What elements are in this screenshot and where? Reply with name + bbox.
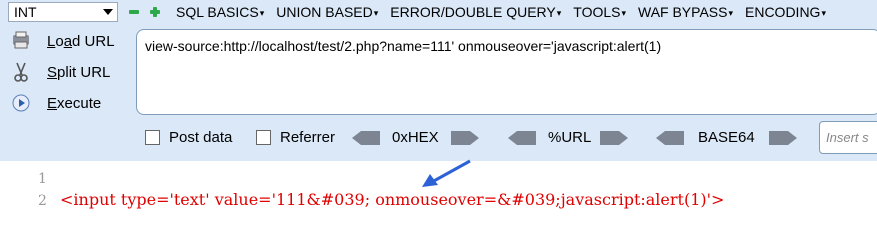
right-arrow-icon[interactable] (769, 131, 797, 145)
load-url-icon (10, 30, 32, 52)
url-encode-label: %URL (548, 129, 592, 146)
checkbox-box[interactable] (256, 130, 271, 145)
menu-union-based[interactable]: UNION BASED ▾ (276, 4, 378, 20)
caret-down-icon: ▾ (373, 8, 379, 18)
hackbar: INT SQL BASICS ▾ UNION BASED ▾ ERROR/DOUBL… (0, 0, 877, 161)
split-url-label: Split URL (47, 63, 111, 81)
plus-icon[interactable] (149, 6, 161, 18)
base64-label: BASE64 (698, 129, 755, 146)
execute-label: Execute (47, 94, 102, 112)
chevron-down-icon (103, 9, 113, 15)
execute-button[interactable]: Execute (10, 92, 101, 114)
caret-down-icon: ▾ (821, 8, 826, 18)
menu-sql-basics[interactable]: SQL BASICS ▾ (176, 4, 264, 20)
referrer-label: Referrer (280, 129, 336, 146)
hex-encoder: 0xHEX (352, 129, 480, 146)
play-icon (10, 92, 32, 114)
annotation-arrow-icon (422, 159, 471, 187)
referrer-checkbox[interactable]: Referrer (256, 129, 335, 146)
left-arrow-icon[interactable] (352, 131, 380, 145)
split-url-button[interactable]: Split URL (10, 61, 110, 83)
right-arrow-icon[interactable] (451, 131, 479, 145)
caret-down-icon: ▾ (728, 8, 733, 18)
menu-tools[interactable]: TOOLS ▾ (573, 4, 626, 20)
url-textarea[interactable]: view-source:http://localhost/test/2.php?… (136, 29, 877, 115)
load-url-label: Load URL (47, 32, 115, 50)
type-select-value: INT (14, 4, 37, 20)
hex-label: 0xHEX (392, 129, 439, 146)
type-select[interactable]: INT (8, 2, 118, 22)
checkbox-box[interactable] (145, 130, 160, 145)
post-data-checkbox[interactable]: Post data (145, 129, 232, 146)
url-encoder: %URL (508, 129, 636, 146)
left-arrow-icon[interactable] (656, 131, 684, 145)
menu-error-double-query[interactable]: ERROR/DOUBLE QUERY ▾ (390, 4, 561, 20)
menu-encoding[interactable]: ENCODING ▾ (745, 4, 826, 20)
url-value: view-source:http://localhost/test/2.php?… (145, 38, 662, 54)
load-url-button[interactable]: Load URL (10, 30, 115, 52)
insert-placeholder: Insert s (826, 130, 869, 145)
right-arrow-icon[interactable] (600, 131, 628, 145)
caret-down-icon: ▾ (621, 8, 626, 18)
minus-icon[interactable] (128, 6, 140, 18)
line-number: 1 (38, 171, 47, 187)
line-number: 2 (38, 193, 47, 209)
base64-encoder: BASE64 (656, 129, 806, 146)
caret-down-icon: ▾ (259, 8, 265, 18)
insert-string-input[interactable]: Insert s (819, 121, 877, 154)
hackbar-menu: SQL BASICS ▾ UNION BASED ▾ ERROR/DOUBLE QU… (176, 4, 838, 20)
hackbar-toolbar: INT SQL BASICS ▾ UNION BASED ▾ ERROR/DOUBL… (0, 0, 877, 26)
menu-waf-bypass[interactable]: WAF BYPASS ▾ (638, 4, 733, 20)
post-data-label: Post data (169, 129, 233, 146)
caret-down-icon: ▾ (556, 8, 562, 18)
left-arrow-icon[interactable] (508, 131, 536, 145)
scissors-icon (10, 61, 32, 83)
source-code-line: <input type='text' value='111&#039; onmo… (60, 190, 725, 209)
